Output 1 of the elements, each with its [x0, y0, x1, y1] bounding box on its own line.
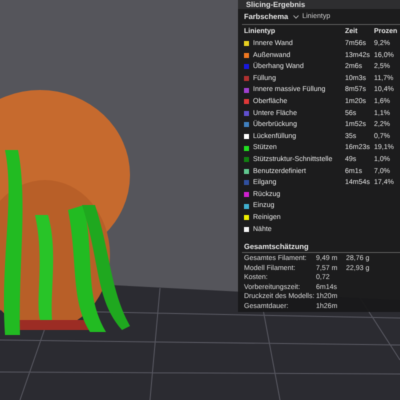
chevron-down-icon: [293, 14, 300, 18]
